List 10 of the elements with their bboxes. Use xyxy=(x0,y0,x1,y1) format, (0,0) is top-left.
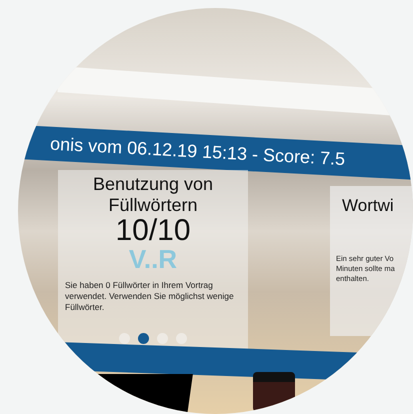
speaker-device xyxy=(253,372,295,412)
pager-dot[interactable] xyxy=(138,333,149,344)
card-score: 10/10 xyxy=(115,216,191,246)
banner-title: onis vom 06.12.19 15:13 - Score: 7.5 xyxy=(50,133,346,170)
pager-dot[interactable] xyxy=(119,333,130,344)
pager-dot[interactable] xyxy=(157,333,168,344)
app-logo: V..R xyxy=(128,246,178,272)
card-title: Benutzung von Füllwörtern xyxy=(92,174,214,216)
card-description: Sie haben 0 Füllwörter in Ihrem Vortrag verwendet. Verwenden Sie möglichst wenige Füllwörter. xyxy=(65,280,235,313)
card-title: Wortwi xyxy=(342,196,395,216)
